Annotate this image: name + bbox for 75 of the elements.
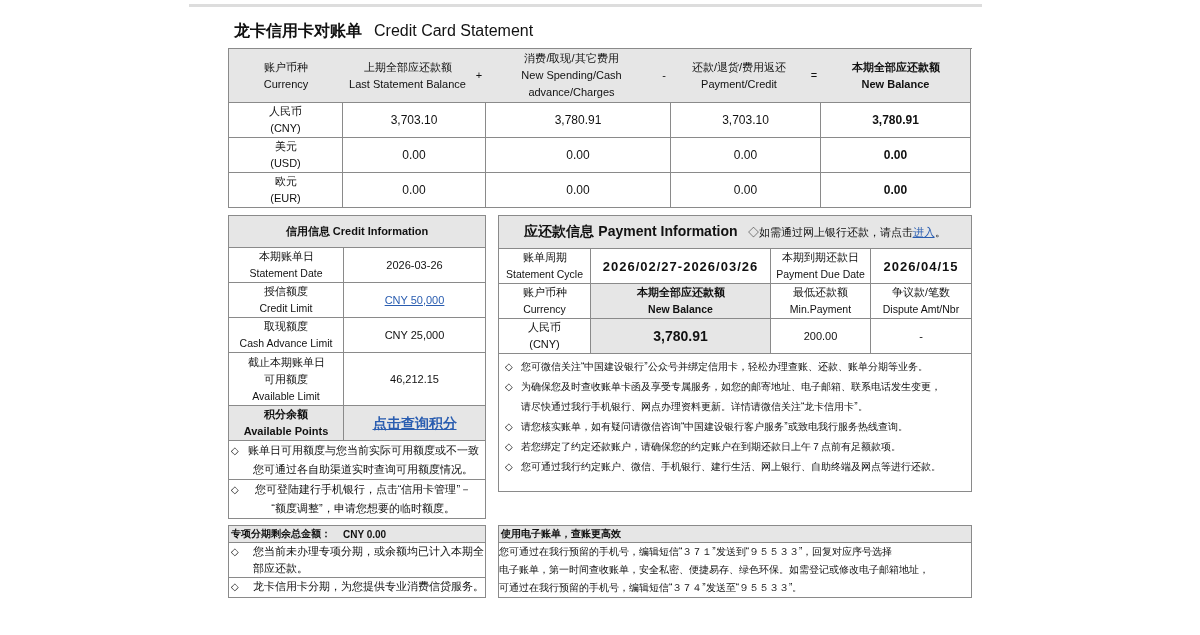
installment-amount: CNY 0.00 xyxy=(343,528,387,540)
currency-cell: 欧元 (EUR) xyxy=(229,173,343,208)
note-text: 您可微信关注“中国建设银行”公众号并绑定信用卡，轻松办理查账、还款、账单分期等业务。 xyxy=(521,360,929,374)
cycle-value: 2026/02/27-2026/03/26 xyxy=(591,249,771,284)
value-link[interactable]: CNY 50,000 xyxy=(384,291,445,309)
ebill-text: 您可通过在我行预留的手机号，编辑短信“３７１”发送到“９５５３３”，回复对应序号选择 电子账单，第一时间查收账单，安全私密、便捷易存、绿色环保。如需登记或修改电子邮箱地址， 可通过在我行预留的手机号，编辑短信“３７４”发送至“９５５３３”。 xyxy=(499,545,930,595)
column-header: 本期全部应还款额 New Balance xyxy=(591,284,771,319)
column-header: 还款/退货/费用返还 Payment/Credit = xyxy=(671,49,821,103)
cell-label: Credit Limit xyxy=(259,301,313,316)
cell-label: 本期到期还款日 xyxy=(782,250,859,265)
note-text: 为确保您及时查收账单卡函及享受专属服务，如您的邮寄地址、电子邮箱、联系电话发生变更， 请尽快通过我行手机银行、网点办理资料更新。详情请微信关注“龙卡信用卡”。 xyxy=(521,380,942,414)
value-text: 46,212.15 xyxy=(390,371,439,387)
cell-label: 积分余额 xyxy=(264,407,308,422)
bullet-icon: ◇ xyxy=(503,357,521,377)
amount-cell: 0.00 xyxy=(821,173,971,208)
column-header: 账户币种 Currency xyxy=(229,49,343,103)
amount-cell: 0.00 xyxy=(343,138,486,173)
statement-title: 龙卡信用卡对账单 xyxy=(234,21,362,41)
amount-cell: 0.00 xyxy=(486,138,671,173)
amount-cell: 0.00 xyxy=(343,173,486,208)
amount-cell: 0.00 xyxy=(671,138,821,173)
note-text: 账单日可用额度与您当前实际可用额度或不一致 您可通过各自助渠道实时查询可用额度情况。 xyxy=(247,443,480,477)
value-text: 2026-03-26 xyxy=(386,257,443,273)
online-banking-hint: ◇如需通过网上银行还款，请点击进入。 xyxy=(747,224,946,240)
column-header: 消费/取现/其它费用 New Spending/Cash advance/Charges - xyxy=(486,49,671,103)
cell-label: Statement Cycle xyxy=(505,267,583,282)
amount-cell: 3,780.91 xyxy=(591,319,771,354)
note-text: 若您绑定了约定还款账户，请确保您的约定账户在到期还款日上午７点前有足额款项。 xyxy=(521,440,902,454)
panel-header: 信用信息 Credit Information xyxy=(229,216,485,248)
column-header: 最低还款额 Min.Payment xyxy=(771,284,871,319)
currency-cell: 人民币 (CNY) xyxy=(229,103,343,138)
cell-label: Available Points xyxy=(243,424,329,439)
cell-label: 取现额度 xyxy=(264,319,308,334)
cell-label: Payment Due Date xyxy=(776,267,865,282)
bullet-icon: ◇ xyxy=(229,543,247,577)
cell-label: 可用额度 xyxy=(264,371,308,387)
note-text: 请您核实账单，如有疑问请微信咨询“中国建设银行客户服务”或致电我行服务热线查询。 xyxy=(521,420,909,434)
amount-cell: 3,703.10 xyxy=(343,103,486,138)
value-link[interactable]: 点击查询积分 xyxy=(372,414,457,432)
value-text: CNY 25,000 xyxy=(384,327,445,343)
ebill-title: 使用电子账单，查账更高效 xyxy=(501,527,621,541)
note-text: 您当前未办理专项分期，或余额均已计入本期全 部应还款。 xyxy=(252,544,485,576)
cell-label: Available Limit xyxy=(252,388,320,404)
currency-cell: 美元 (USD) xyxy=(229,138,343,173)
cell-label: 账单周期 xyxy=(522,250,567,265)
column-header: 账户币种 Currency xyxy=(499,284,591,319)
amount-cell: 3,780.91 xyxy=(821,103,971,138)
bullet-icon: ◇ xyxy=(503,377,521,417)
cell-label: 本期账单日 xyxy=(258,249,314,264)
panel-title: 应还款信息 Payment Information xyxy=(524,223,738,241)
statement-title-english: Credit Card Statement xyxy=(374,22,534,40)
currency-cell: 人民币 (CNY) xyxy=(499,319,591,354)
bullet-icon: ◇ xyxy=(229,480,247,518)
amount-cell: 3,780.91 xyxy=(486,103,671,138)
bullet-icon: ◇ xyxy=(503,457,521,477)
bullet-icon: ◇ xyxy=(503,437,521,457)
amount-cell: 0.00 xyxy=(821,138,971,173)
cell-label: 截止本期账单日 xyxy=(247,354,325,370)
bullet-icon: ◇ xyxy=(229,578,247,595)
amount-cell: 0.00 xyxy=(486,173,671,208)
cell-label: Cash Advance Limit xyxy=(239,336,333,351)
bullet-icon: ◇ xyxy=(229,441,247,479)
column-header: 本期全部应还款额 New Balance xyxy=(821,49,971,103)
bullet-icon: ◇ xyxy=(503,417,521,437)
column-header: 争议款/笔数 Dispute Amt/Nbr xyxy=(871,284,971,319)
note-text: 您可登陆建行手机银行，点击“信用卡管理”－ “额度调整”，申请您想要的临时额度。 xyxy=(253,482,473,516)
note-text: 您可通过我行约定账户、微信、手机银行、建行生活、网上银行、自助终端及网点等进行还款。 xyxy=(521,460,942,474)
amount-cell: 200.00 xyxy=(771,319,871,354)
enter-link[interactable]: 进入 xyxy=(912,225,935,238)
amount-cell: 3,703.10 xyxy=(671,103,821,138)
note-text: 龙卡信用卡分期，为您提供专业消费信贷服务。 xyxy=(252,579,485,594)
installment-label: 专项分期剩余总金额： xyxy=(231,527,331,541)
cell-label: 授信额度 xyxy=(264,284,308,299)
amount-cell: 0.00 xyxy=(671,173,821,208)
cell-label: Statement Date xyxy=(249,266,323,281)
